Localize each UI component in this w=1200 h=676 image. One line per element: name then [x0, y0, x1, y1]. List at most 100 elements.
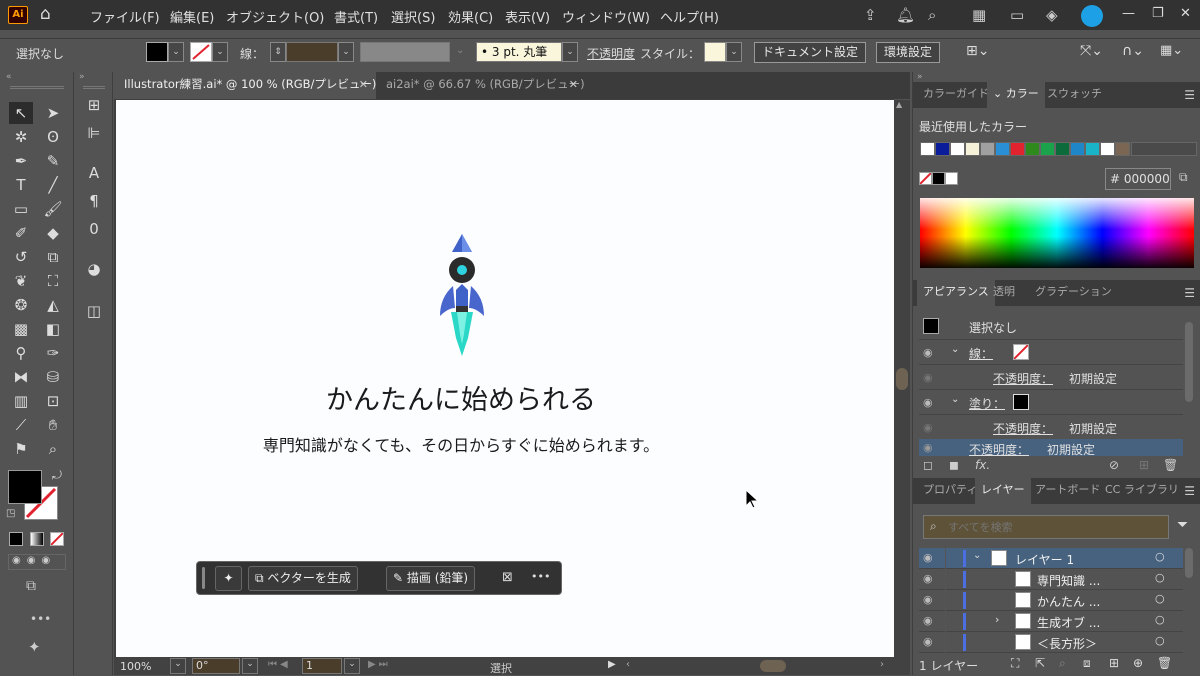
panel-menu-icon[interactable]: ☰: [1184, 484, 1195, 498]
layer-name[interactable]: ＜長方形＞: [1037, 635, 1097, 652]
recent-color-swatch[interactable]: [1040, 142, 1055, 156]
layer-name[interactable]: レイヤー 1: [1015, 551, 1074, 568]
chevron-down-icon[interactable]: ⌄: [951, 394, 959, 405]
vertical-scroll-thumb[interactable]: [896, 368, 908, 390]
line-tool-icon[interactable]: ╱: [41, 174, 65, 196]
pathfinder-panel-icon[interactable]: ◫: [82, 300, 106, 322]
draw-pencil-button[interactable]: ✎ 描画 (鉛筆): [386, 566, 476, 591]
recent-color-swatch[interactable]: [1055, 142, 1070, 156]
new-fill-icon[interactable]: ◼: [949, 458, 959, 472]
minimize-button[interactable]: —: [1122, 6, 1135, 21]
perspective-grid-tool-icon[interactable]: ◭: [41, 294, 65, 316]
appearance-stroke-opacity-row[interactable]: ◉ 不透明度： 初期設定: [919, 364, 1183, 388]
eye-icon[interactable]: ◉: [923, 572, 933, 585]
slice-tool-icon[interactable]: ⟋: [9, 414, 33, 436]
recent-color-swatch[interactable]: [950, 142, 965, 156]
eye-icon[interactable]: ◉: [923, 614, 933, 627]
graphic-style-swatch[interactable]: [704, 42, 726, 62]
magic-wand-tool-icon[interactable]: ✲: [9, 126, 33, 148]
recent-color-swatch[interactable]: [980, 142, 995, 156]
zoom-value[interactable]: 100%: [120, 660, 151, 673]
sublayer-row[interactable]: ◉ › 生成オブ ... ○: [919, 611, 1183, 632]
menu-item-0[interactable]: ファイル(F): [90, 7, 160, 26]
vertical-scrollbar[interactable]: ▲: [894, 100, 910, 657]
paragraph-panel-icon[interactable]: ¶: [82, 190, 106, 212]
pen-tool-icon[interactable]: ✒: [9, 150, 33, 172]
duplicate-item-icon[interactable]: ⊞: [1139, 458, 1149, 472]
panel-menu-icon[interactable]: ☰: [1184, 88, 1195, 102]
fill-color-box[interactable]: [8, 470, 42, 504]
menu-item-5[interactable]: 効果(C): [448, 7, 493, 26]
panel-menu-icon[interactable]: ☰: [1184, 286, 1195, 300]
export-icon[interactable]: ⇱: [1035, 656, 1045, 670]
bell-icon[interactable]: 🔔︎: [896, 6, 915, 24]
color-spectrum[interactable]: [920, 198, 1194, 268]
stroke-weight-input[interactable]: [286, 42, 338, 62]
arrange-icon[interactable]: ▭: [1010, 6, 1024, 24]
rectangle-tool-icon[interactable]: ▭: [9, 198, 33, 220]
collapse-icon[interactable]: »: [79, 72, 85, 82]
appearance-fill-label[interactable]: 塗り：: [969, 395, 1005, 412]
layer-row[interactable]: ◉ ⌄ レイヤー 1 ○: [919, 548, 1183, 569]
generative-ai-icon[interactable]: ✦: [28, 638, 41, 656]
appearance-stroke-label[interactable]: 線：: [969, 345, 993, 362]
paintbrush-tool-icon[interactable]: 🖌︎: [41, 198, 65, 220]
tab-artboards[interactable]: アートボード: [1029, 478, 1106, 504]
appearance-fill-row[interactable]: ◉ ⌄ 塗り：: [919, 389, 1183, 413]
panel-menu-icon[interactable]: ▦⌄: [1160, 43, 1183, 58]
appearance-fill-opacity-row[interactable]: ◉ 不透明度： 初期設定: [919, 414, 1183, 438]
preferences-button[interactable]: 環境設定: [876, 42, 941, 63]
target-icon[interactable]: ○: [1155, 634, 1165, 647]
screen-mode-icon[interactable]: ⧉: [26, 578, 36, 594]
close-icon[interactable]: ✕: [359, 72, 368, 97]
tab-cc-libraries[interactable]: CC ライブラリ: [1099, 478, 1185, 504]
gradient-tool-icon[interactable]: ◧: [41, 318, 65, 340]
stroke-stepper[interactable]: ⇕: [270, 42, 286, 62]
align-panel-icon[interactable]: ⊫: [82, 122, 106, 144]
eye-icon[interactable]: ◉: [923, 635, 933, 648]
artboard-next-icons[interactable]: ▶⏭: [368, 659, 391, 670]
scroll-right-icon[interactable]: ›: [880, 659, 884, 670]
brush-definition[interactable]: • 3 pt. 丸筆: [476, 42, 562, 62]
recent-color-swatch[interactable]: [1010, 142, 1025, 156]
eyedropper-tool-icon[interactable]: ⚲: [9, 342, 33, 364]
brush-dropdown[interactable]: ⌄: [562, 42, 578, 62]
stroke-weight-dropdown[interactable]: ⌄: [338, 42, 354, 62]
direct-selection-tool-icon[interactable]: ➤: [41, 102, 65, 124]
appearance-stroke-row[interactable]: ◉ ⌄ 線：: [919, 339, 1183, 363]
blend-tool-icon[interactable]: ⧓: [9, 366, 33, 388]
menu-item-1[interactable]: 編集(E): [170, 7, 214, 26]
symbol-sprayer-tool-icon[interactable]: ⚑: [9, 438, 33, 460]
recent-color-swatch[interactable]: [1070, 142, 1085, 156]
measure-tool-icon[interactable]: ✑: [41, 342, 65, 364]
new-sublayer-icon[interactable]: ⊞: [1109, 656, 1119, 670]
layers-search-input[interactable]: [948, 518, 1158, 536]
none-mode-icon[interactable]: [50, 532, 64, 546]
status-menu-icon[interactable]: ▶: [608, 659, 616, 670]
layers-search-box[interactable]: ⌕: [923, 515, 1169, 539]
plugin-icon[interactable]: ◈: [1046, 6, 1058, 24]
color-panel-icon[interactable]: ◕: [82, 258, 106, 280]
tab-properties[interactable]: プロパティ: [917, 478, 983, 504]
home-icon[interactable]: ⌂: [40, 4, 51, 24]
opacity-label[interactable]: 不透明度: [587, 45, 635, 62]
tab-swatches[interactable]: スウォッチ: [1041, 82, 1108, 108]
sublayer-row[interactable]: ◉ かんたん ... ○: [919, 590, 1183, 611]
zoom-dropdown[interactable]: ⌄: [170, 658, 186, 674]
new-stroke-icon[interactable]: ◻: [923, 458, 933, 472]
tools-grip[interactable]: [10, 86, 64, 89]
hand-tool-icon[interactable]: ✋︎: [41, 414, 65, 436]
white-indicator[interactable]: [945, 172, 958, 185]
zoom-tool-icon[interactable]: ⌕: [41, 438, 65, 460]
draw-mode-icons[interactable]: ◉◉◉: [8, 554, 66, 570]
fx-icon[interactable]: fx.: [975, 458, 990, 472]
tab-document-2[interactable]: ai2ai* @ 66.67 % (RGB/プレビュー) ✕: [376, 72, 586, 99]
mesh-tool-icon[interactable]: ▩: [9, 318, 33, 340]
warp-tool-icon[interactable]: ❦: [9, 270, 33, 292]
artboard-tool-icon[interactable]: ⊡: [41, 390, 65, 412]
eye-icon[interactable]: ◉: [923, 551, 933, 564]
workspace-icon[interactable]: ▦: [972, 6, 986, 24]
fill-swatch[interactable]: [1013, 394, 1029, 410]
shape-builder-tool-icon[interactable]: ❂: [9, 294, 33, 316]
layer-name[interactable]: かんたん ...: [1037, 593, 1100, 610]
